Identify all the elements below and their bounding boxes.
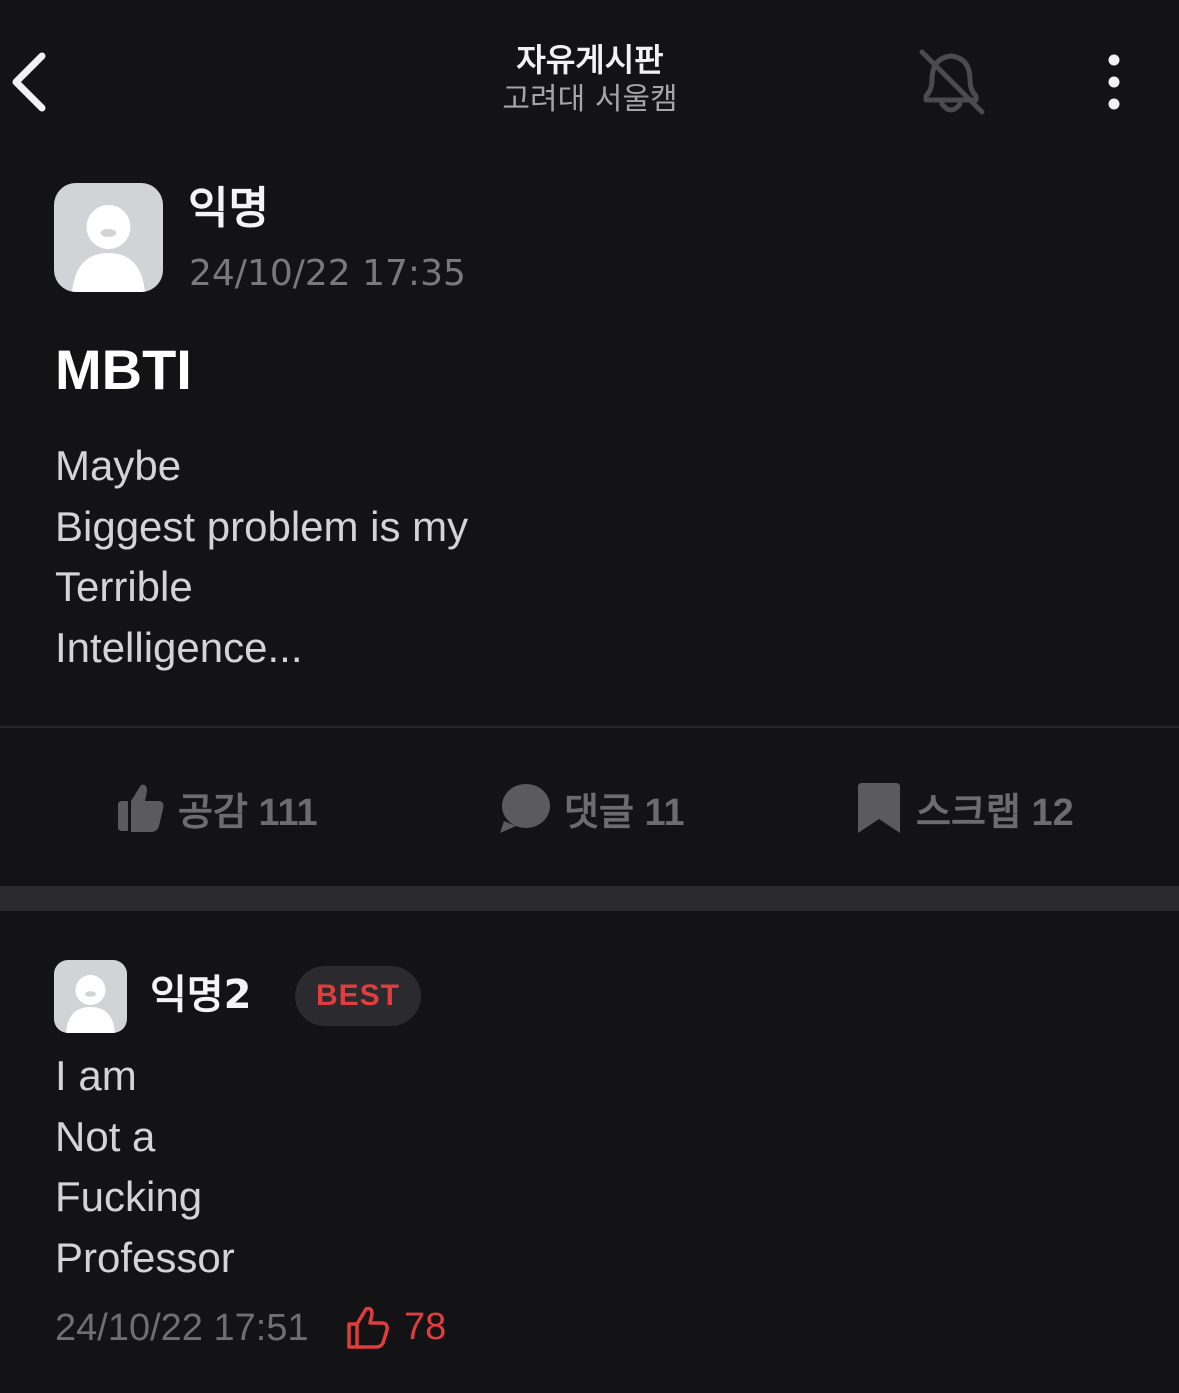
comment-like-count: 78 <box>404 1306 447 1348</box>
speech-bubble-icon <box>500 784 550 833</box>
comment-like-button[interactable]: 78 <box>346 1302 446 1352</box>
top-bar: 자유게시판 고려대 서울캠 <box>0 0 1179 150</box>
like-button[interactable]: 공감 111 <box>116 776 318 840</box>
comment-author-avatar <box>54 960 127 1033</box>
comment-body-line: Fucking <box>55 1173 203 1220</box>
post-body-line: Biggest problem is my <box>55 502 469 550</box>
more-vertical-icon <box>1108 54 1120 110</box>
bell-off-icon <box>919 49 985 115</box>
board-subtitle: 고려대 서울캠 <box>502 82 678 117</box>
scrap-button[interactable]: 스크랩 12 <box>854 776 1074 840</box>
post-title: MBTI <box>55 338 192 401</box>
author-avatar <box>54 183 163 292</box>
more-options-button[interactable] <box>1096 52 1132 112</box>
board-title: 자유게시판 <box>516 41 664 79</box>
post-body-line: Maybe <box>55 442 182 489</box>
post-body-line: Terrible <box>55 563 193 610</box>
comment-count-label: 댓글 11 <box>564 791 685 834</box>
board-title-group: 자유게시판 고려대 서울캠 <box>390 40 790 120</box>
comment-body-line: Professor <box>55 1233 235 1281</box>
default-user-icon <box>66 975 115 1033</box>
post-detail-screen: 자유게시판 고려대 서울캠 익명 24/10/22 17:35 MBTI May… <box>0 0 1179 1393</box>
bookmark-icon <box>858 783 900 833</box>
comment-body-line: I am <box>55 1052 137 1099</box>
post-author-name: 익명 <box>188 183 269 234</box>
chevron-left-icon <box>12 52 46 112</box>
post-body: Maybe Biggest problem is my Terrible Int… <box>55 436 955 678</box>
comment-body: I am Not a Fucking Professor <box>55 1046 955 1288</box>
notification-toggle-button[interactable] <box>912 44 990 120</box>
like-count-label: 공감 111 <box>178 791 318 834</box>
thumbs-up-outline-icon <box>347 1306 389 1349</box>
back-button[interactable] <box>6 50 50 114</box>
comment-author-name: 익명2 <box>150 972 252 1018</box>
comment-button[interactable]: 댓글 11 <box>498 776 685 840</box>
post-date: 24/10/22 17:35 <box>189 253 466 294</box>
comment-date: 24/10/22 17:51 <box>55 1307 309 1349</box>
best-badge: BEST <box>295 966 421 1026</box>
post-body-line: Intelligence... <box>55 623 303 671</box>
divider <box>0 726 1179 728</box>
comment-body-line: Not a <box>55 1112 156 1160</box>
default-user-icon <box>72 205 145 292</box>
section-divider <box>0 886 1179 911</box>
best-badge-label: BEST <box>315 979 400 1012</box>
scrap-count-label: 스크랩 12 <box>916 791 1074 834</box>
thumbs-up-icon <box>118 784 164 832</box>
